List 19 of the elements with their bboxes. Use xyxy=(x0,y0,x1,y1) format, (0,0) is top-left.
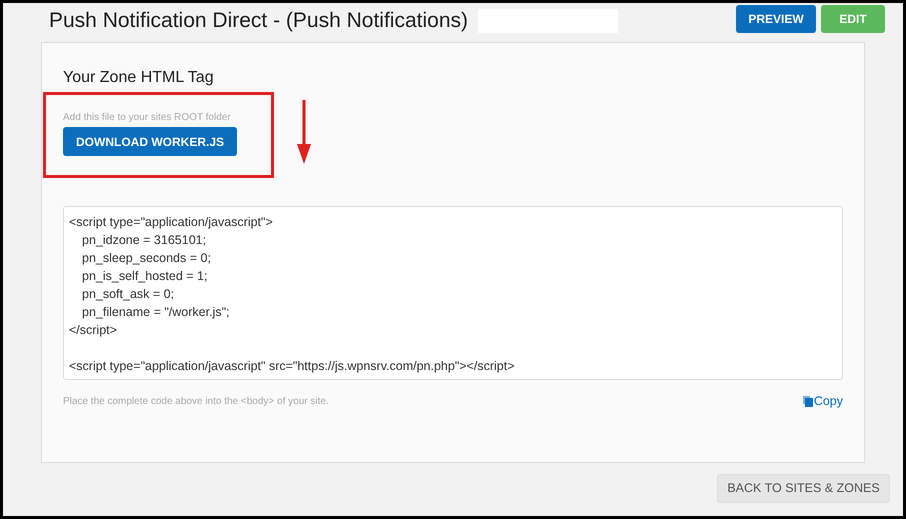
copy-link[interactable]: Copy xyxy=(802,392,843,411)
code-line: </script> xyxy=(69,322,117,339)
section-heading: Your Zone HTML Tag xyxy=(63,68,215,88)
download-button[interactable]: DOWNLOAD WORKER.JS xyxy=(63,127,237,156)
code-line: <script type="application/javascript"> xyxy=(69,214,273,231)
hint-text: Add this file to your sites ROOT folder xyxy=(63,111,232,125)
copy-icon xyxy=(802,396,813,407)
code-line: pn_idzone = 3165101; xyxy=(81,232,206,249)
code-box[interactable] xyxy=(63,206,843,380)
code-line: pn_sleep_seconds = 0; xyxy=(81,250,211,267)
arrow-icon xyxy=(297,100,311,164)
back-button[interactable]: BACK TO SITES & ZONES xyxy=(717,474,890,503)
code-line: <script type="application/javascript" src="https://js.wpnsrv.com/pn.php"></script> xyxy=(69,358,514,375)
preview-button[interactable]: PREVIEW xyxy=(736,5,816,33)
instruction-text: Place the complete code above into the <body> of your site. xyxy=(63,395,329,409)
code-line: pn_is_self_hosted = 1; xyxy=(81,268,208,285)
page-title: Push Notification Direct - (Push Notifications) xyxy=(49,8,468,34)
code-line: pn_filename = "/worker.js"; xyxy=(81,304,230,321)
code-line: pn_soft_ask = 0; xyxy=(81,286,174,303)
